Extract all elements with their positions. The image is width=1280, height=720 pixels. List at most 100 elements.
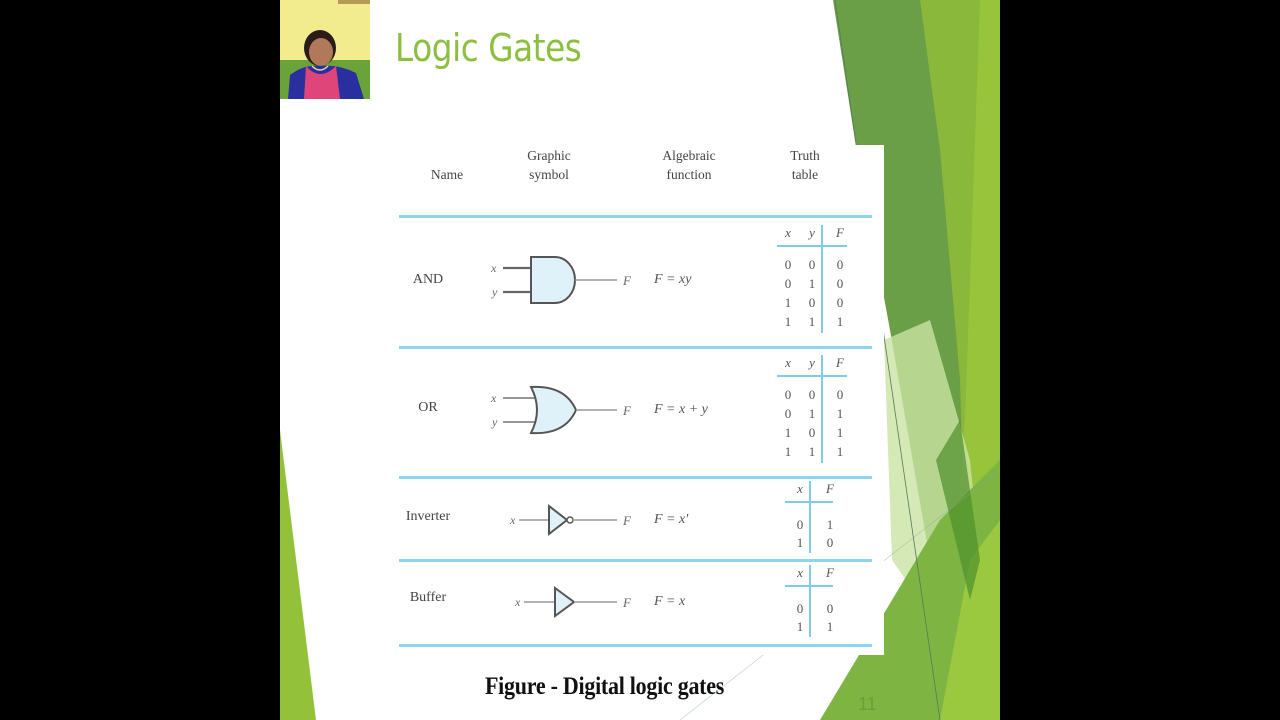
truth-table-inverter-cell: 0 [826,535,834,550]
truth-table-and-cell: 0 [836,295,844,310]
buffer-input-label: x [514,595,521,609]
truth-table-and-cell: 1 [836,314,844,329]
truth-table-or-cell: 1 [836,444,844,459]
truth-table-and-divider [821,225,823,333]
and-gate-body [530,256,576,304]
expression-buffer: F = x [654,594,686,609]
header-truth-table-line2: table [791,167,819,182]
truth-table-or-cell: 0 [784,387,792,402]
header-algebraic-function-line1: Algebraic [662,148,716,163]
header-algebraic-function-line2: function [666,167,712,182]
truth-table-buffer-cell: 1 [796,619,804,634]
gate-name-inverter: Inverter [405,509,451,524]
truth-table-buffer-divider [809,565,811,637]
truth-table-and-header-f: F [836,225,844,240]
or-output-label: F [622,403,632,418]
truth-table-or-cell: 0 [808,387,816,402]
header-graphic-symbol: Graphic symbol [504,146,594,184]
truth-table-and-header-rule [777,245,847,247]
truth-table-inverter-cell: 0 [796,517,804,532]
header-graphic-symbol-line2: symbol [529,167,569,182]
truth-table-and: x y F 0 0 0 0 1 0 1 0 0 1 1 1 [777,225,857,340]
truth-table-inverter-header-f: F [826,481,834,496]
truth-table-and-cell: 0 [784,257,792,272]
truth-table-and-cell: 0 [836,257,844,272]
inverter-output-label: F [622,513,632,528]
truth-table-or-cell: 1 [808,406,816,421]
row-rule-or [399,476,872,479]
truth-table-inverter-cell: 1 [796,535,804,550]
or-gate-body [529,385,578,435]
or-input-y-label: y [491,415,498,429]
and-output-label: F [622,273,632,288]
left-green-sliver [280,430,316,720]
truth-table-and-cell: 1 [808,276,816,291]
truth-table-and-header-x: x [785,225,791,240]
expression-and: F = xy [654,272,692,287]
truth-table-inverter: x F 0 1 1 0 [785,481,845,556]
truth-table-buffer: x F 0 0 1 1 [785,565,845,643]
truth-table-and-cell: 0 [808,257,816,272]
buffer-gate-body [554,586,576,618]
header-name: Name [430,167,464,182]
truth-table-or-cell: 0 [808,425,816,440]
truth-table-and-cell: 1 [808,314,816,329]
truth-table-or-header-f: F [836,355,844,370]
truth-table-or-header-x: x [785,355,791,370]
presenter-webcam [280,0,370,99]
row-rule-and [399,346,872,349]
truth-table-or-cell: 0 [836,387,844,402]
gate-name-and: AND [412,272,444,287]
inverter-gate-body [548,503,569,537]
presentation-slide: Logic Gates Name Graphic symbol Algebrai… [280,0,1000,720]
expression-inverter: F = x' [654,512,689,527]
truth-table-and-cell: 1 [784,295,792,310]
page-number: 11 [858,694,877,714]
or-gate-symbol: x y F [490,385,632,435]
truth-table-buffer-header-f: F [826,565,834,580]
truth-table-buffer-cell: 1 [826,619,834,634]
header-algebraic-function: Algebraic function [644,146,734,184]
truth-table-or-divider [821,355,823,463]
expression-or: F = x + y [654,402,708,417]
and-gate-symbol: x y F [490,256,632,304]
row-rule-buffer [399,644,872,647]
truth-table-or-cell: 1 [836,425,844,440]
buffer-output-label: F [622,595,632,610]
truth-table-or-cell: 1 [808,444,816,459]
truth-table-inverter-header-x: x [797,481,803,496]
header-graphic-symbol-line1: Graphic [527,148,571,163]
gate-name-or: OR [418,400,438,415]
header-rule [399,215,872,218]
and-input-x-label: x [490,261,497,275]
truth-table-buffer-cell: 0 [796,601,804,616]
truth-table-or-header-rule [777,375,847,377]
truth-table-inverter-cell: 1 [826,517,834,532]
truth-table-and-cell: 0 [784,276,792,291]
buffer-gate-symbol: x F [514,586,632,618]
truth-table-and-cell: 0 [808,295,816,310]
truth-table-and-cell: 1 [784,314,792,329]
inverter-input-label: x [509,513,516,527]
truth-table-or-cell: 1 [836,406,844,421]
truth-table-buffer-header-x: x [797,565,803,580]
truth-table-inverter-divider [809,481,811,553]
and-input-y-label: y [491,285,498,299]
truth-table-or-cell: 0 [784,406,792,421]
truth-table-and-cell: 0 [836,276,844,291]
inverter-bubble [566,516,574,524]
presenter-image [280,0,370,99]
truth-table-or: x y F 0 0 0 0 1 1 1 0 1 1 1 1 [777,355,857,470]
or-input-x-label: x [490,391,497,405]
truth-table-or-cell: 1 [784,444,792,459]
header-truth-table: Truth table [777,146,833,184]
truth-table-and-header-y: y [809,225,815,240]
inverter-gate-symbol: x F [509,503,632,537]
logic-gates-figure: Name Graphic symbol Algebraic function T… [382,145,884,655]
slide-title: Logic Gates [395,26,582,70]
figure-caption: Figure - Digital logic gates [485,673,725,700]
truth-table-buffer-cell: 0 [826,601,834,616]
header-truth-table-line1: Truth [790,148,820,163]
truth-table-or-cell: 1 [784,425,792,440]
truth-table-or-header-y: y [809,355,815,370]
